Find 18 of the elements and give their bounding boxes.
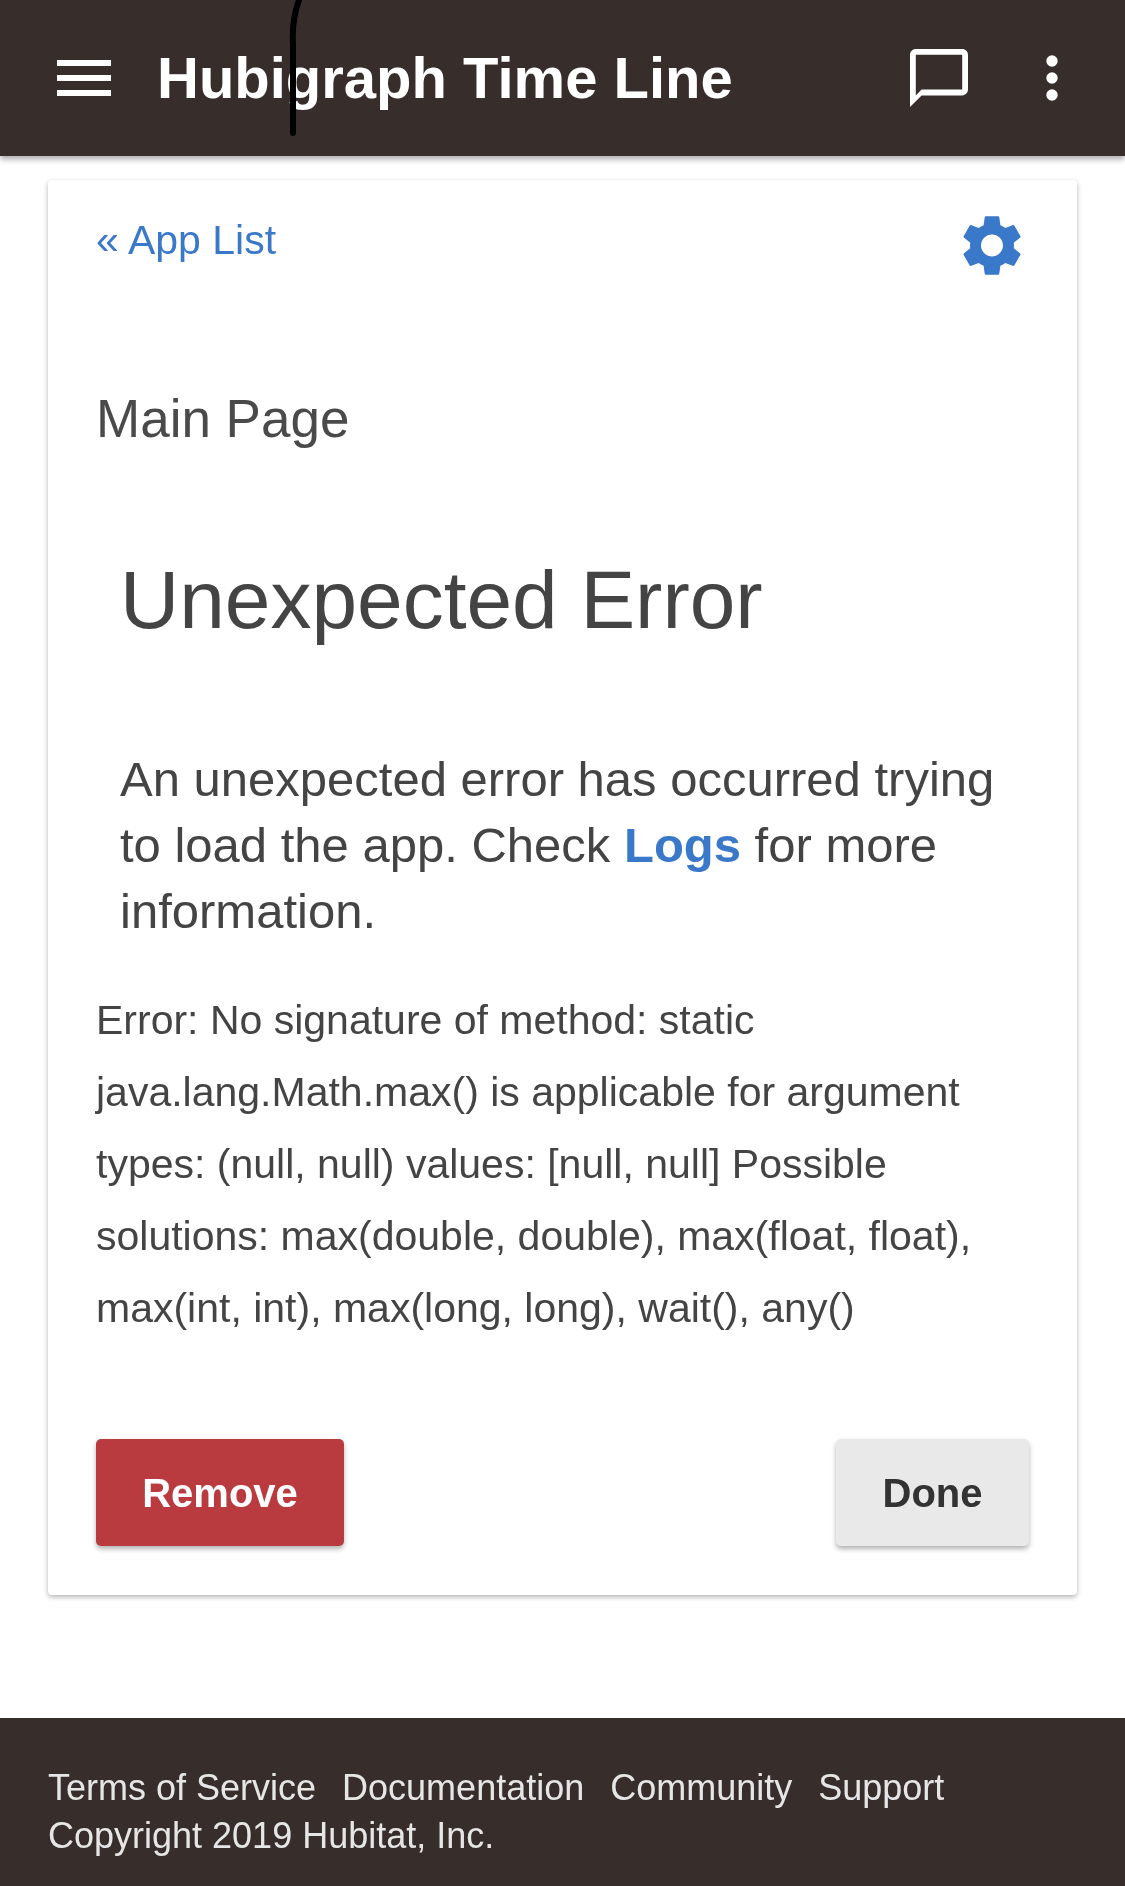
app-title: Hubigraph Time Line bbox=[157, 44, 733, 112]
app-list-link[interactable]: « App List bbox=[96, 216, 277, 264]
remove-button[interactable]: Remove bbox=[96, 1439, 344, 1546]
copyright-text: Copyright 2019 Hubitat, Inc. bbox=[48, 1814, 495, 1858]
logs-link[interactable]: Logs bbox=[623, 818, 741, 872]
settings-icon[interactable] bbox=[963, 215, 1021, 276]
menu-icon[interactable] bbox=[57, 60, 111, 96]
footer-link[interactable]: Documentation bbox=[342, 1764, 585, 1812]
page-title: Main Page bbox=[96, 388, 351, 450]
footer-link[interactable]: Support bbox=[818, 1764, 945, 1812]
error-message: An unexpected error has occurred trying to load the app. Check Logs for more information. bbox=[120, 751, 996, 940]
error-details: Error: No signature of method: static java.lang.Math.max() is applicable for argument types: (null, null) values: [null, null] Possible solutions: max(double, double), max(float, float), max(int, int), max(long, long), wait(), any() bbox=[96, 996, 973, 1333]
done-button[interactable]: Done bbox=[836, 1439, 1029, 1546]
error-heading: Unexpected Error bbox=[120, 553, 764, 647]
chat-icon[interactable] bbox=[910, 49, 968, 107]
footer-link[interactable]: Terms of Service bbox=[48, 1764, 317, 1812]
more-options-icon[interactable] bbox=[1046, 55, 1058, 101]
footer-link[interactable]: Community bbox=[610, 1764, 793, 1812]
